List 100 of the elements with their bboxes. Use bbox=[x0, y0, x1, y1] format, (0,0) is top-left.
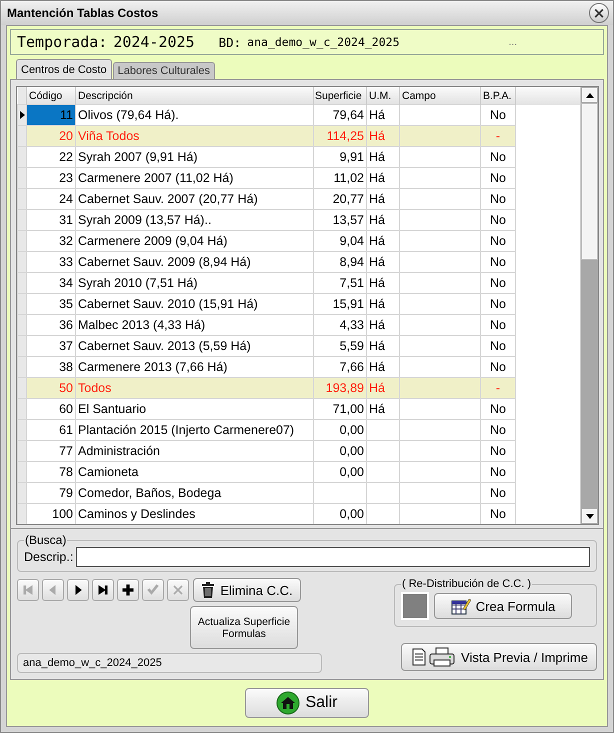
home-icon bbox=[276, 691, 300, 715]
table-cell: 50 bbox=[26, 378, 76, 398]
table-cell: Há bbox=[366, 336, 400, 356]
table-cell: 20 bbox=[26, 126, 76, 146]
table-cell: - bbox=[480, 126, 516, 146]
navigation-button[interactable] bbox=[67, 579, 89, 601]
table-cell: Camioneta bbox=[76, 462, 314, 482]
table-cell: 34 bbox=[26, 272, 76, 294]
navigation-button[interactable] bbox=[92, 579, 114, 601]
season-label: Temporada: bbox=[17, 33, 108, 51]
table-cell: Olivos (79,64 Há). bbox=[76, 104, 314, 126]
close-button[interactable]: × bbox=[589, 3, 609, 23]
table-cell: Malbec 2013 (4,33 Há) bbox=[76, 314, 314, 336]
scroll-down-icon[interactable] bbox=[586, 514, 594, 518]
search-field[interactable] bbox=[76, 547, 590, 567]
table-cell: 8,94 bbox=[314, 252, 366, 272]
table-cell: 20,77 bbox=[314, 188, 366, 210]
table-cell: Comedor, Baños, Bodega bbox=[76, 482, 314, 504]
last-icon bbox=[97, 584, 109, 596]
tab[interactable]: Centros de Costo bbox=[16, 59, 112, 79]
table-cell: Há bbox=[366, 252, 400, 272]
table-cell: Cabernet Sauv. 2010 (15,91 Há) bbox=[76, 294, 314, 314]
update-button[interactable]: Actualiza Superficie Formulas bbox=[190, 606, 298, 649]
table-cell: 33 bbox=[26, 252, 76, 272]
column-header[interactable]: Código bbox=[26, 87, 76, 104]
table-cell: 61 bbox=[26, 420, 76, 440]
table-cell: Syrah 2009 (13,57 Há).. bbox=[76, 210, 314, 230]
table-cell: Há bbox=[366, 314, 400, 336]
table-cell: 32 bbox=[26, 230, 76, 252]
delete-button[interactable]: Elimina C.C. bbox=[193, 578, 301, 602]
navigation-button[interactable] bbox=[117, 579, 139, 601]
table-cell: 7,51 bbox=[314, 272, 366, 294]
table-cell: Plantación 2015 (Injerto Carmenere07) bbox=[76, 420, 314, 440]
field-label: Descrip.: bbox=[24, 550, 74, 564]
column-header[interactable]: Campo bbox=[400, 87, 480, 104]
table-cell: - bbox=[480, 378, 516, 398]
spreadsheet-pencil-icon bbox=[450, 597, 471, 615]
database-value: ana_demo_w_c_2024_2025 bbox=[247, 35, 400, 49]
database-label: BD: bbox=[218, 34, 242, 50]
table-cell bbox=[366, 482, 400, 504]
grid-corner bbox=[18, 87, 26, 104]
season-value: 2024-2025 bbox=[113, 33, 195, 51]
table-cell: 9,91 bbox=[314, 146, 366, 168]
table-cell bbox=[366, 462, 400, 482]
trash-icon bbox=[201, 582, 216, 598]
table-cell: 24 bbox=[26, 188, 76, 210]
first-icon bbox=[22, 584, 34, 596]
table-cell: Há bbox=[366, 398, 400, 420]
column-header[interactable]: U.M. bbox=[366, 87, 400, 104]
table-cell: 31 bbox=[26, 210, 76, 230]
table-cell: 0,00 bbox=[314, 440, 366, 462]
add-icon bbox=[122, 584, 134, 596]
table-cell: Há bbox=[366, 126, 400, 146]
table-cell: Viña Todos bbox=[76, 126, 314, 146]
table-cell: 11 bbox=[26, 104, 76, 126]
table-cell: Há bbox=[366, 168, 400, 188]
print-preview-button[interactable]: Vista Previa / Imprime bbox=[401, 643, 597, 671]
table-cell: Todos bbox=[76, 378, 314, 398]
table-cell: Cabernet Sauv. 2013 (5,59 Há) bbox=[76, 336, 314, 356]
table-cell: 114,25 bbox=[314, 126, 366, 146]
document-printer-icon bbox=[410, 646, 456, 668]
scrollbar[interactable] bbox=[580, 87, 598, 524]
table-cell: 60 bbox=[26, 398, 76, 420]
color-swatch[interactable] bbox=[401, 592, 429, 620]
table-cell: 79 bbox=[26, 482, 76, 504]
column-header[interactable]: Superficie bbox=[314, 87, 366, 104]
confirm-icon bbox=[147, 584, 159, 596]
cancel-icon bbox=[172, 584, 184, 596]
tab[interactable]: Labores Culturales bbox=[112, 62, 215, 79]
scroll-up-icon[interactable] bbox=[586, 92, 594, 98]
table-cell: Há bbox=[366, 188, 400, 210]
table-cell: 22 bbox=[26, 146, 76, 168]
column-header[interactable]: B.P.A. bbox=[480, 87, 516, 104]
table-cell: 193,89 bbox=[314, 378, 366, 398]
row-header[interactable] bbox=[18, 104, 26, 126]
table-cell: 0,00 bbox=[314, 420, 366, 440]
table-cell: El Santuario bbox=[76, 398, 314, 420]
group-label: ( Re-Distribución de C.C. ) bbox=[401, 578, 532, 590]
table-cell: 9,04 bbox=[314, 230, 366, 252]
window-title: Mantención Tablas Costos bbox=[7, 6, 158, 20]
ellipsis-text: ... bbox=[508, 36, 517, 48]
table-cell: 13,57 bbox=[314, 210, 366, 230]
exit-button[interactable]: Salir bbox=[245, 688, 369, 718]
table-cell: Syrah 2010 (7,51 Há) bbox=[76, 272, 314, 294]
table-cell: 71,00 bbox=[314, 398, 366, 420]
table-cell: Cabernet Sauv. 2009 (8,94 Há) bbox=[76, 252, 314, 272]
table-cell: 11,02 bbox=[314, 168, 366, 188]
table-cell bbox=[366, 420, 400, 440]
table-cell: Caminos y Deslindes bbox=[76, 504, 314, 524]
table-cell: 35 bbox=[26, 294, 76, 314]
table-cell: Syrah 2007 (9,91 Há) bbox=[76, 146, 314, 168]
group-label: (Busca) bbox=[24, 533, 68, 547]
table-cell: Há bbox=[366, 230, 400, 252]
table-cell: 78 bbox=[26, 462, 76, 482]
table-cell: 15,91 bbox=[314, 294, 366, 314]
table-cell bbox=[366, 440, 400, 462]
table-cell: Há bbox=[366, 378, 400, 398]
column-header[interactable]: Descripción bbox=[76, 87, 314, 104]
create-formula-button[interactable]: Crea Formula bbox=[434, 593, 572, 619]
table-cell: 5,59 bbox=[314, 336, 366, 356]
